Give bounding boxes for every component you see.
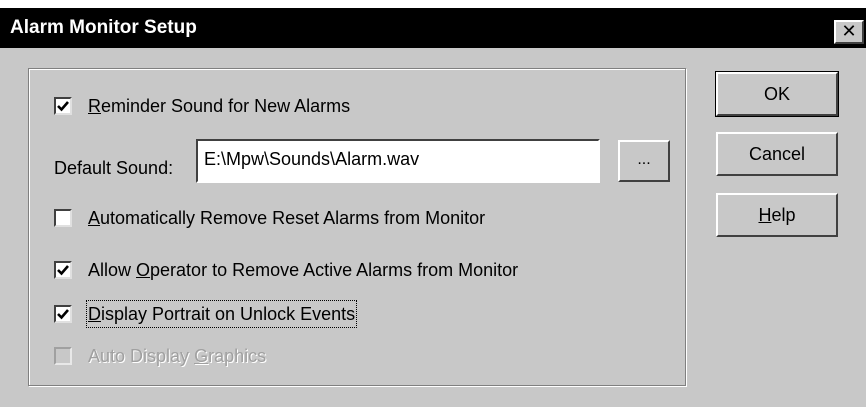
allow-operator-checkbox[interactable] <box>54 261 72 279</box>
auto-remove-reset-label: Automatically Remove Reset Alarms from M… <box>88 208 486 228</box>
close-icon: ✕ <box>841 21 857 41</box>
display-portrait-label: Display Portrait on Unlock Events <box>85 300 358 328</box>
title-bar[interactable]: Alarm Monitor Setup ✕ <box>0 8 866 48</box>
checkmark-icon <box>57 309 69 320</box>
default-sound-label: Default Sound: <box>54 158 174 178</box>
reminder-sound-checkbox[interactable] <box>54 97 72 115</box>
auto-remove-reset-checkbox[interactable] <box>54 209 72 227</box>
browse-sound-button[interactable]: ... <box>618 140 670 182</box>
checkmark-icon <box>57 101 69 112</box>
ok-button[interactable]: OK <box>715 71 839 117</box>
auto-display-graphics-checkbox[interactable] <box>54 347 72 365</box>
default-sound-input[interactable]: E:\Mpw\Sounds\Alarm.wav <box>196 139 600 183</box>
help-button[interactable]: Help <box>716 193 838 237</box>
auto-display-graphics-label: Auto Display Graphics <box>88 346 267 366</box>
help-button-label: elp <box>771 205 796 225</box>
close-button[interactable]: ✕ <box>834 20 864 44</box>
cancel-button[interactable]: Cancel <box>716 132 838 176</box>
window-title: Alarm Monitor Setup <box>10 17 197 38</box>
display-portrait-checkbox[interactable] <box>54 305 72 323</box>
alarm-monitor-setup-dialog: Alarm Monitor Setup ✕ Reminder Sound for… <box>0 8 866 407</box>
help-button-hotkey: H <box>758 205 772 225</box>
checkmark-icon <box>57 265 69 276</box>
reminder-sound-label: Reminder Sound for New Alarms <box>88 96 351 116</box>
allow-operator-label: Allow Operator to Remove Active Alarms f… <box>88 260 519 280</box>
